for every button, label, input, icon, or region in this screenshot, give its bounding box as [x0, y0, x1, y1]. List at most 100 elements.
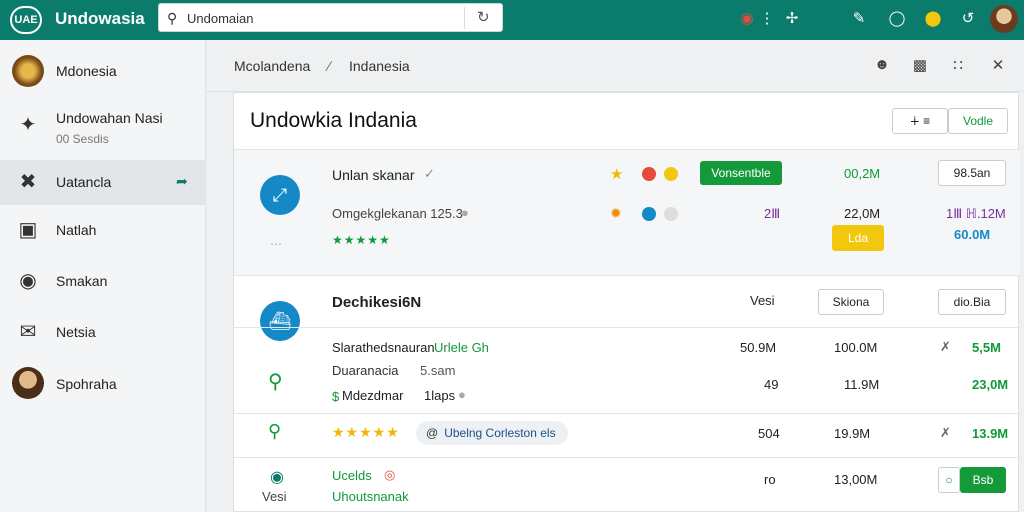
avatar — [12, 55, 44, 87]
sidebar-item-spohraha[interactable]: Spohraha — [0, 358, 206, 408]
value-c: 23,0M — [972, 377, 1009, 392]
dollar-icon: $ — [332, 389, 340, 404]
sidebar-item-sub: 00 Sesdis — [56, 132, 109, 146]
search-input[interactable] — [187, 8, 467, 28]
row-action-button[interactable]: Skiona — [818, 289, 884, 315]
sidebar-item-natlah[interactable]: ▣ Natlah — [0, 205, 206, 255]
at-icon: @ — [426, 426, 439, 440]
sidebar: Mdonesia ✦ Undowahan Nasi 00 Sesdis ✖ Ua… — [0, 40, 206, 512]
value-a: 504 — [758, 426, 780, 441]
app-title: Undowasia — [55, 9, 145, 28]
value-b: 11.9M — [844, 377, 880, 392]
rating-stars: ★★★★★ — [332, 233, 391, 247]
app-logo: UAE — [10, 6, 42, 34]
verified-icon: ● — [458, 387, 466, 402]
item-name: Dechikesi6N — [332, 294, 422, 311]
yellow-dot-icon — [664, 167, 678, 181]
sidebar-item-mdonesia[interactable]: Mdonesia — [0, 46, 206, 96]
sidebar-item-undowahan[interactable]: ✦ Undowahan Nasi 00 Sesdis — [0, 100, 206, 160]
search-icon: ⚲ — [268, 421, 282, 441]
shuffle-icon: ⤢ — [260, 175, 300, 215]
value-b: 19.9M — [834, 426, 871, 441]
target-icon: ◎ — [384, 467, 396, 482]
burst-icon: ✹ — [610, 205, 622, 221]
sidebar-item-uatancla[interactable]: ✖ Uatancla ➦ — [0, 160, 206, 205]
value-b: 22,0M — [844, 206, 881, 221]
sidebar-item-label: Undowahan Nasi — [56, 110, 163, 126]
profile-avatar[interactable] — [990, 5, 1018, 33]
top-bar: UAE Undowasia ⚲ ↻ ◉ ⋮ ✢ ✎ ◯ ⬤ ↺ — [0, 0, 1024, 40]
row-action-button[interactable]: dio.Bia — [938, 289, 1006, 315]
toggle-icon[interactable]: ○ — [938, 467, 960, 493]
item-tag: Urlele Gh — [434, 340, 489, 355]
person-icon[interactable]: ☻ — [872, 56, 892, 73]
sidebar-item-smakan[interactable]: ◉ Smakan — [0, 255, 206, 305]
search-icon: ⚲ — [167, 10, 178, 26]
reload-icon[interactable]: ↻ — [477, 8, 490, 26]
value-c: 13.9M — [972, 426, 1009, 441]
item-description: Duaranacia — [332, 363, 399, 378]
value-b: 13,00M — [834, 472, 878, 487]
key-icon: ⚲ — [268, 371, 283, 393]
tag-pill[interactable]: @ Ubelng Corleston els — [416, 421, 568, 445]
chat-icon: ✉ — [19, 321, 37, 343]
grid-icon[interactable]: ∷ — [948, 56, 968, 74]
item-description: Mdezdmar — [342, 388, 404, 403]
search-box[interactable]: ⚲ ↻ — [158, 3, 503, 32]
pin-icon[interactable]: ✗ — [940, 425, 951, 441]
value-a: 2Ⅲ — [764, 206, 781, 221]
sidebar-item-label: Smakan — [56, 273, 108, 289]
share-icon[interactable]: ➦ — [176, 173, 188, 190]
app-icon: ◉ — [19, 270, 37, 292]
page-title: Undowkia Indania — [250, 109, 417, 132]
tools-icon: ✖ — [19, 171, 37, 193]
breadcrumb-item[interactable]: Mcolandena — [234, 58, 310, 74]
value-a: 50.9M — [740, 340, 777, 355]
divider — [234, 275, 1020, 276]
star-icon: ★ — [610, 166, 624, 183]
value-b: 100.0M — [834, 340, 878, 355]
check-icon: ✓ — [424, 166, 435, 181]
divider — [234, 413, 1020, 414]
divider — [234, 457, 1020, 458]
row-action-button[interactable]: Bsb — [960, 467, 1006, 493]
circle-icon[interactable]: ◯ — [887, 9, 907, 29]
main-panel: Undowkia Indania ∔ ≡ Vodle ⤢ ⋯ Unlan ska… — [233, 92, 1020, 512]
sidebar-item-label: Mdonesia — [56, 63, 117, 79]
tag-label: Ubelng Corleston els — [444, 426, 556, 440]
close-icon[interactable]: ✕ — [988, 56, 1008, 74]
sidebar-item-netsia[interactable]: ✉ Netsia — [0, 307, 206, 357]
settings-button[interactable]: ∔ ≡ — [892, 108, 948, 134]
item-name: Ucelds — [332, 468, 372, 483]
sidebar-item-label: Natlah — [56, 222, 97, 238]
puzzle-icon[interactable]: ✢ — [782, 9, 802, 29]
value-d: 60.0M — [954, 227, 991, 242]
item-sub: Uhoutsnanak — [332, 489, 409, 504]
search-divider — [464, 7, 465, 29]
divider — [234, 327, 1020, 328]
item-sub: 1laps — [424, 388, 456, 403]
breadcrumb-item[interactable]: Indanesia — [349, 58, 410, 74]
label: Vesi — [750, 293, 775, 308]
header-button[interactable]: Vodle — [948, 108, 1008, 134]
colorful-app-icon[interactable]: ⬤ — [923, 9, 943, 29]
shield-icon[interactable]: ◉ — [737, 9, 757, 29]
status-badge[interactable]: Lda — [832, 225, 884, 251]
value-a: 49 — [764, 377, 779, 392]
item-description: Omgekglekanan 125.3 — [332, 206, 463, 221]
avatar — [12, 367, 44, 399]
sync-icon[interactable]: ↺ — [958, 9, 978, 29]
gray-dot-icon — [664, 207, 678, 221]
pin-icon[interactable]: ✗ — [940, 339, 951, 355]
pen-icon[interactable]: ✎ — [849, 9, 869, 29]
window-icon[interactable]: ▩ — [910, 56, 930, 74]
more-vert-icon[interactable]: ⋮ — [757, 9, 777, 29]
status-badge[interactable]: Vonsentble — [700, 161, 782, 185]
row-action-button[interactable]: 98.5an — [938, 160, 1006, 186]
dots-icon: ⋯ — [270, 237, 282, 251]
star-icon: ✦ — [19, 114, 37, 136]
verified-icon: ● — [461, 205, 469, 220]
value-c: 5,5M — [972, 340, 1001, 355]
breadcrumb: Mcolandena ∕ Indanesia ☻ ▩ ∷ ✕ — [206, 40, 1024, 92]
red-dot-icon — [642, 167, 656, 181]
